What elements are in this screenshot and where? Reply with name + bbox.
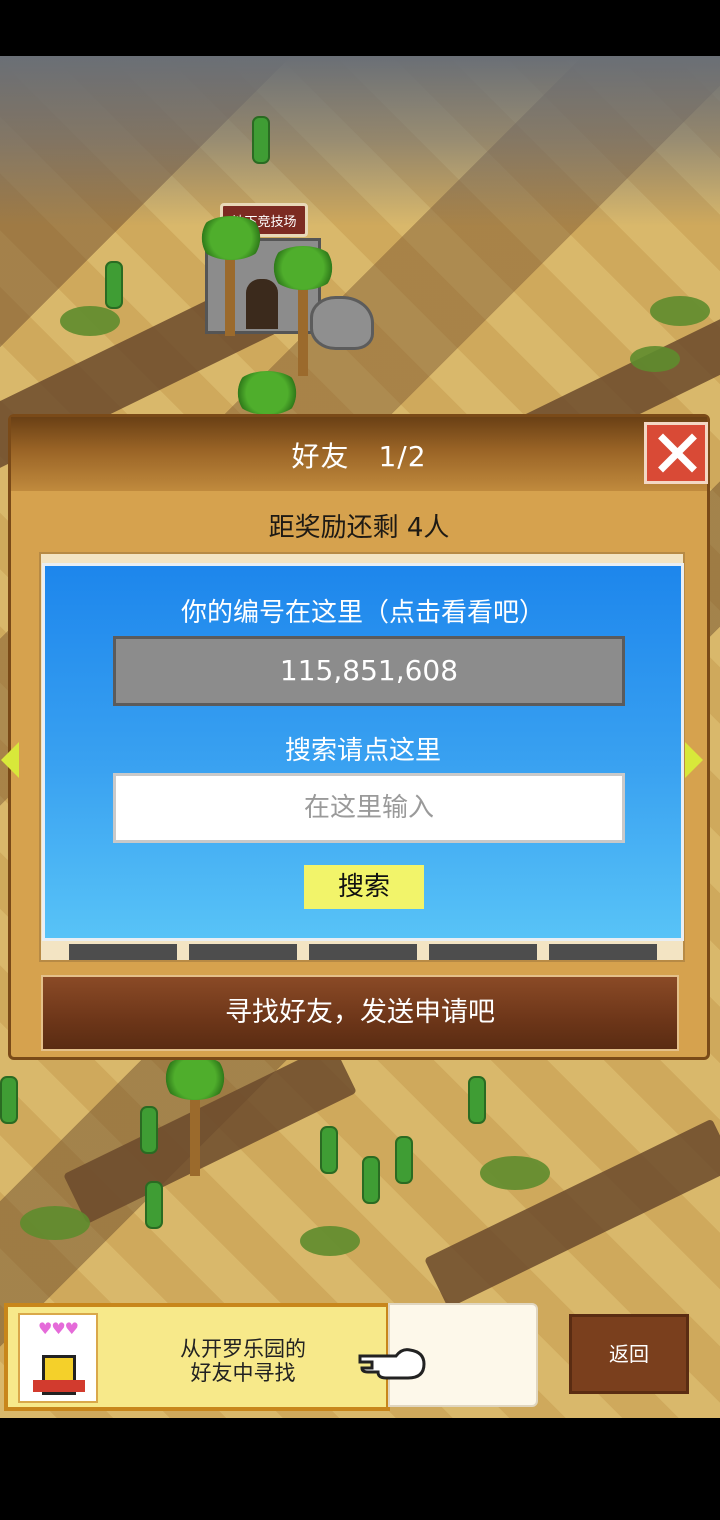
- mascot-icon: [33, 1355, 85, 1395]
- kairo-mascot-avatar: ♥♥♥: [18, 1313, 98, 1403]
- navigation-bar: [0, 1418, 720, 1520]
- palm-tree-leaves: [268, 246, 338, 290]
- friend-slot[interactable]: [429, 944, 537, 960]
- cactus: [468, 1076, 486, 1124]
- close-icon[interactable]: [644, 422, 708, 484]
- grass-tuft: [60, 306, 120, 336]
- friends-dialog: 好友 1/2 距奖励还剩 4人 你的编号在这里（点击看看吧） 115,851,6…: [1, 414, 710, 1060]
- id-label: 你的编号在这里（点击看看吧）: [180, 598, 545, 628]
- cactus: [0, 1076, 18, 1124]
- palm-tree-leaves: [196, 216, 266, 260]
- hearts-icon: ♥♥♥: [37, 1319, 79, 1338]
- palm-tree: [190, 1096, 200, 1176]
- cactus: [362, 1156, 380, 1204]
- dialog-title: 好友 1/2: [291, 440, 427, 473]
- status-bar: [0, 0, 720, 56]
- dirt-patch: [424, 1118, 720, 1309]
- cactus: [105, 261, 123, 309]
- back-button[interactable]: 返回: [569, 1314, 689, 1394]
- cactus: [145, 1181, 163, 1229]
- grass-tuft: [480, 1156, 550, 1190]
- palm-tree-leaves: [232, 371, 302, 415]
- grass-tuft: [20, 1206, 90, 1240]
- find-from-kairo-park-banner[interactable]: ♥♥♥ 从开罗乐园的 好友中寻找: [4, 1303, 390, 1411]
- palm-tree: [298, 286, 308, 376]
- grass-tuft: [650, 296, 710, 326]
- prev-page-arrow-icon[interactable]: [1, 742, 19, 778]
- cactus: [395, 1136, 413, 1184]
- player-id-display[interactable]: 115,851,608: [113, 636, 625, 706]
- find-friends-button[interactable]: 寻找好友，发送申请吧: [41, 975, 679, 1051]
- dialog-header: 好友 1/2: [11, 417, 708, 491]
- banner-line-1: 从开罗乐园的: [180, 1337, 306, 1361]
- cactus: [252, 116, 270, 164]
- grass-tuft: [300, 1226, 360, 1256]
- friend-code-panel: 你的编号在这里（点击看看吧） 115,851,608 搜索请点这里 在这里输入 …: [42, 563, 684, 941]
- grass-tuft: [630, 346, 680, 372]
- search-input[interactable]: 在这里输入: [113, 773, 625, 843]
- search-button[interactable]: 搜索: [304, 865, 424, 909]
- palm-tree: [225, 256, 235, 336]
- cloud-haze: [0, 56, 720, 226]
- friend-slot[interactable]: [549, 944, 657, 960]
- next-page-arrow-icon[interactable]: [685, 742, 703, 778]
- friend-slot[interactable]: [189, 944, 297, 960]
- friend-slot[interactable]: [69, 944, 177, 960]
- pointing-hand-icon: [358, 1348, 426, 1380]
- reward-remaining-text: 距奖励还剩 4人: [268, 513, 450, 543]
- banner-text: 从开罗乐园的 好友中寻找: [153, 1337, 333, 1385]
- search-label: 搜索请点这里: [284, 736, 441, 766]
- rock: [310, 296, 374, 350]
- palm-tree-leaves: [160, 1056, 230, 1100]
- banner-line-2: 好友中寻找: [190, 1361, 296, 1385]
- cactus: [320, 1126, 338, 1174]
- friend-slot[interactable]: [309, 944, 417, 960]
- cactus: [140, 1106, 158, 1154]
